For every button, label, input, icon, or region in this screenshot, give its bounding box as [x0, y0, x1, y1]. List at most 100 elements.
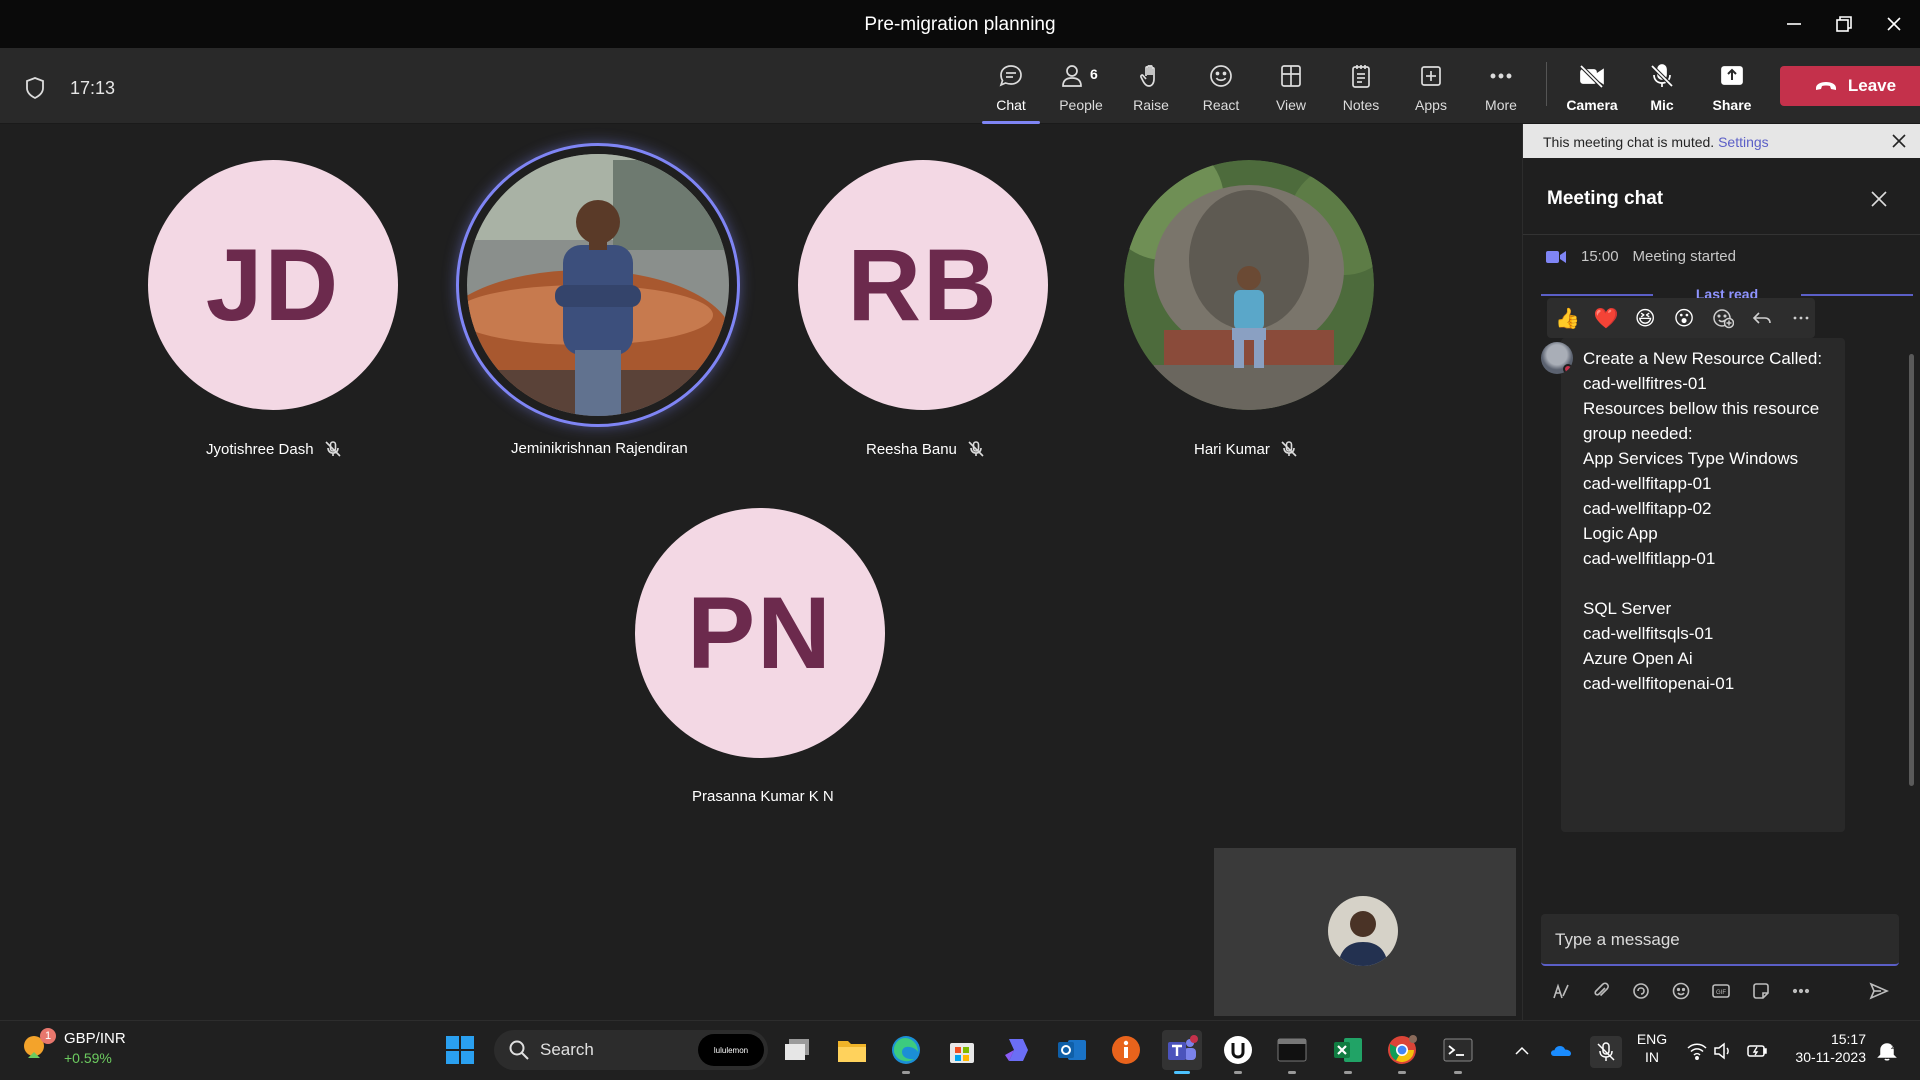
stock-pair: GBP/INR	[64, 1030, 126, 1047]
add-reaction-icon	[1713, 309, 1734, 329]
message-line: Logic App	[1583, 524, 1658, 543]
reply-button[interactable]	[1747, 303, 1776, 333]
send-button[interactable]	[1859, 976, 1899, 1006]
participant-video-jeminikrishnan[interactable]	[456, 143, 740, 427]
participant-photo	[467, 154, 729, 416]
attach-button[interactable]	[1581, 976, 1621, 1006]
sticker-button[interactable]	[1741, 976, 1781, 1006]
message-line: cad-wellfitlapp-01	[1583, 549, 1716, 568]
teams-button[interactable]	[1162, 1030, 1202, 1074]
more-button[interactable]: More	[1468, 58, 1534, 120]
message-compose-box[interactable]: Type a message	[1541, 914, 1899, 966]
terminal-button[interactable]	[1272, 1030, 1312, 1074]
stock-widget[interactable]: 1 GBP/INR +0.59%	[20, 1028, 130, 1072]
message-line	[1583, 571, 1841, 596]
onedrive-tray[interactable]	[1550, 1040, 1572, 1062]
reply-icon	[1752, 312, 1771, 324]
share-label: Share	[1712, 97, 1752, 113]
show-hidden-icons-button[interactable]	[1511, 1040, 1533, 1062]
apps-button[interactable]: Apps	[1398, 58, 1464, 120]
leave-label: Leave	[1847, 76, 1897, 95]
raise-hand-button[interactable]: Raise	[1118, 58, 1184, 120]
dismiss-banner-button[interactable]	[1891, 133, 1907, 152]
participant-name-tag: Reesha Banu	[866, 440, 985, 458]
edge-browser-button[interactable]	[886, 1030, 926, 1074]
self-view-tile[interactable]	[1214, 848, 1516, 1016]
add-reaction-button[interactable]	[1708, 303, 1737, 333]
powershell-button[interactable]	[1438, 1030, 1478, 1074]
notifications-button[interactable]: z	[1876, 1040, 1898, 1062]
toolbar-divider	[1546, 62, 1547, 106]
laugh-reaction[interactable]: 😆	[1631, 303, 1660, 333]
participant-name: Jeminikrishnan Rajendiran	[511, 440, 688, 457]
notes-button[interactable]: Notes	[1328, 58, 1394, 120]
surprised-reaction[interactable]: 😮	[1670, 303, 1699, 333]
compose-toolbar: GIF	[1541, 976, 1911, 1006]
taskbar-search[interactable]: Search lululemon	[494, 1030, 768, 1070]
mic-muted-icon	[968, 441, 984, 457]
volume-tray[interactable]	[1712, 1040, 1734, 1062]
notes-icon	[1352, 65, 1370, 88]
minimize-button[interactable]	[1770, 6, 1818, 42]
search-icon	[509, 1040, 529, 1060]
hang-up-icon	[1815, 82, 1836, 90]
file-explorer-button[interactable]	[832, 1030, 872, 1070]
participant-avatar-hari-kumar[interactable]	[1124, 160, 1374, 410]
camera-button[interactable]: Camera	[1559, 58, 1625, 120]
mic-tray[interactable]	[1590, 1036, 1622, 1068]
react-label: React	[1202, 97, 1240, 113]
stock-change: +0.59%	[64, 1050, 112, 1066]
shield-icon[interactable]	[24, 76, 46, 105]
notification-badge: 1	[40, 1028, 56, 1044]
send-icon	[1869, 982, 1889, 1000]
microsoft-store-button[interactable]	[942, 1030, 982, 1070]
self-photo	[1328, 896, 1398, 966]
sender-avatar[interactable]	[1541, 342, 1573, 374]
restore-button[interactable]	[1820, 6, 1868, 42]
people-icon	[1062, 65, 1082, 87]
heart-reaction[interactable]: ❤️	[1592, 303, 1621, 333]
more-ellipsis-icon	[1490, 73, 1512, 79]
share-button[interactable]: Share	[1699, 58, 1765, 120]
thumbs-up-reaction[interactable]: 👍	[1553, 303, 1582, 333]
excel-icon	[1334, 1038, 1362, 1062]
gif-button[interactable]: GIF	[1701, 976, 1741, 1006]
app-info-button[interactable]	[1106, 1030, 1146, 1070]
participant-avatar-pn[interactable]: PN	[635, 508, 885, 758]
terminal-icon	[1277, 1038, 1307, 1062]
mic-off-icon	[1597, 1042, 1615, 1061]
start-button[interactable]	[440, 1030, 480, 1070]
view-button[interactable]: View	[1258, 58, 1324, 120]
clock[interactable]: 15:17 30-11-2023	[1782, 1030, 1866, 1066]
chrome-button[interactable]	[1382, 1030, 1422, 1074]
people-button[interactable]: 6 People	[1048, 58, 1114, 120]
compose-more-button[interactable]	[1781, 976, 1821, 1006]
loop-button[interactable]	[1621, 976, 1661, 1006]
format-button[interactable]	[1541, 976, 1581, 1006]
message-more-button[interactable]	[1786, 303, 1815, 333]
mic-button[interactable]: Mic	[1629, 58, 1695, 120]
settings-link[interactable]: Settings	[1718, 134, 1769, 150]
copilot-button[interactable]	[996, 1030, 1036, 1070]
gif-icon: GIF	[1712, 984, 1730, 998]
participant-avatar-jd[interactable]: JD	[148, 160, 398, 410]
task-view-button[interactable]	[778, 1030, 818, 1070]
app-u-button[interactable]	[1218, 1030, 1258, 1074]
close-chat-button[interactable]	[1870, 190, 1888, 213]
event-time: 15:00	[1581, 248, 1619, 265]
chat-button[interactable]: Chat	[978, 58, 1044, 124]
running-indicator	[1398, 1071, 1406, 1074]
participant-avatar-rb[interactable]: RB	[798, 160, 1048, 410]
outlook-button[interactable]	[1052, 1030, 1092, 1070]
leave-button[interactable]: Leave	[1780, 66, 1920, 106]
input-language-indicator[interactable]: ENG IN	[1632, 1030, 1672, 1066]
chat-scrollbar[interactable]	[1909, 354, 1914, 786]
wifi-tray[interactable]	[1686, 1040, 1708, 1062]
battery-tray[interactable]	[1746, 1040, 1768, 1062]
chat-title: Meeting chat	[1547, 188, 1664, 209]
excel-button[interactable]	[1328, 1030, 1368, 1074]
active-indicator	[1174, 1071, 1190, 1074]
close-window-button[interactable]	[1870, 6, 1918, 42]
react-button[interactable]: React	[1188, 58, 1254, 120]
emoji-button[interactable]	[1661, 976, 1701, 1006]
